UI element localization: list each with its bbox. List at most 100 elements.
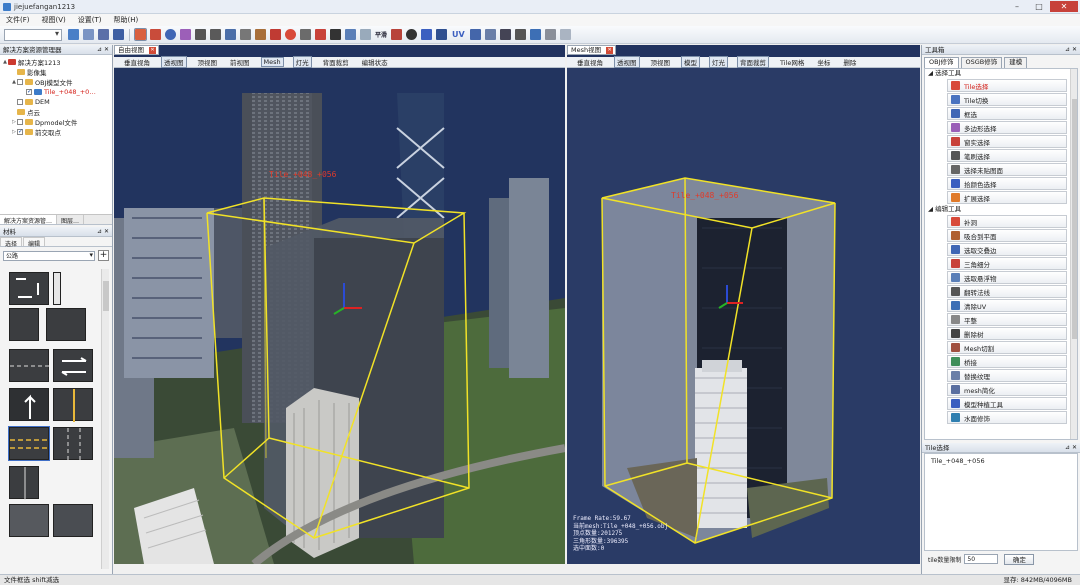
tool-group-header[interactable]: ◢ 编辑工具 [925,205,1077,214]
tab-material-edit[interactable]: 编辑 [23,237,46,248]
confirm-button[interactable]: 确定 [1004,553,1035,565]
tab-modeling[interactable]: 建模 [1004,57,1028,68]
smooth-tool[interactable]: 平滑 [375,30,387,39]
tool-button[interactable]: 桥接 [947,355,1067,368]
road-texture[interactable] [9,349,50,382]
tree-checkbox[interactable] [17,99,23,105]
view-toolbar-button[interactable]: 透视图 [614,56,640,68]
close-icon[interactable]: ✕ [104,45,109,55]
view-toolbar-button[interactable]: 灯光 [292,56,312,68]
toolbar-combo[interactable] [4,28,62,41]
tool-button[interactable]: 三角细分 [947,257,1067,270]
road-texture[interactable] [9,466,39,500]
tree-item[interactable]: 影像集 [0,67,112,77]
tool-button[interactable]: 清除UV [947,299,1067,312]
pin-icon[interactable]: ⊿ [1065,45,1070,55]
tree-checkbox[interactable] [17,119,23,125]
add-material-button[interactable]: + [98,250,109,261]
view-toolbar-button[interactable]: 顶视图 [196,57,220,67]
road-texture[interactable] [53,504,93,537]
mesh-icon[interactable] [113,29,124,40]
pin-icon[interactable]: ⊿ [1065,443,1070,453]
tool-icon[interactable] [514,29,526,40]
tool-button[interactable]: Tile切换 [947,93,1067,106]
link-icon[interactable] [345,29,356,40]
tab-mesh-view[interactable]: Mesh视图 ✕ [567,45,617,55]
tile-select-item[interactable]: Tile_+048_+056 [931,457,1071,465]
road-texture[interactable] [53,388,93,422]
tab-layers[interactable]: 图层… [57,215,85,225]
tool-button[interactable]: 框选 [947,107,1067,120]
road-texture[interactable] [9,308,39,341]
road-texture[interactable] [8,426,50,461]
view-toolbar-button[interactable]: 背面裁剪 [737,56,769,68]
close-tab-icon[interactable]: ✕ [606,47,614,54]
close-icon[interactable]: ✕ [104,227,109,237]
tool-button[interactable]: mesh简化 [947,383,1067,396]
zoom-icon[interactable] [165,29,176,40]
tab-osgb-modify[interactable]: OSGB修饰 [960,57,1003,68]
tool-button[interactable]: 选取交叠边 [947,243,1067,256]
doc-icon[interactable] [544,29,556,40]
uv-edit-icon[interactable] [469,29,481,40]
tool-button[interactable]: 替换纹理 [947,369,1067,382]
close-window-button[interactable]: ✕ [1050,1,1078,12]
view-toolbar-button[interactable]: 垂直视角 [122,57,152,67]
tab-solution-explorer[interactable]: 解决方案资源管… [0,215,58,225]
view-toolbar-button[interactable]: 坐标 [815,57,832,67]
qr-icon[interactable] [436,29,448,40]
brush-icon[interactable] [210,29,221,40]
paint-icon[interactable] [255,29,266,40]
mesh-scene[interactable] [567,68,920,564]
tool-button[interactable]: 翻转法线 [947,285,1067,298]
view-toolbar-button[interactable]: 编辑状态 [360,57,390,67]
grid-icon[interactable] [68,29,79,40]
tile-select-list[interactable]: Tile_+048_+056 [924,453,1078,551]
view-toolbar-button[interactable]: 前视图 [228,57,252,67]
view-toolbar-button[interactable]: 背面裁剪 [321,57,351,67]
close-icon[interactable]: ✕ [1072,443,1077,453]
tab-material-select[interactable]: 选择 [0,237,23,248]
tool-button[interactable]: 多边形选择 [947,121,1067,134]
tool-button[interactable]: 吸合到平面 [947,229,1067,242]
tree-item[interactable]: ▷前交取点 [0,127,112,137]
tree-item[interactable]: DEM [0,97,112,107]
tool-button[interactable]: 笔刷选择 [947,149,1067,162]
road-texture[interactable] [53,349,93,382]
tool-button[interactable]: 拾颜色选择 [947,177,1067,190]
tree-item[interactable]: ▲ OBJ模型文件 [0,77,112,87]
menu-help[interactable]: 帮助(H) [114,15,139,25]
tab-free-view[interactable]: 自由视图 ✕ [114,45,159,55]
tree-checkbox[interactable] [17,128,23,135]
tool-button[interactable]: 模型种植工具 [947,397,1067,410]
move-icon[interactable] [180,29,191,40]
tool-button[interactable]: 选取悬浮物 [947,271,1067,284]
material-category-select[interactable]: 公路 [3,250,95,261]
tool-group-header[interactable]: ◢ 选择工具 [925,69,1077,78]
uv-tool[interactable]: UV [452,30,465,39]
eraser-icon[interactable] [360,29,371,40]
view-toolbar-button[interactable]: 透视图 [161,56,187,68]
tab-obj-modify[interactable]: OBJ修饰 [924,57,959,68]
materials-scrollbar[interactable] [101,269,109,569]
tree-item[interactable]: Tile_+048_+0… [0,87,112,97]
maximize-button[interactable]: □ [1028,1,1050,12]
tree-checkbox[interactable] [17,79,23,85]
menu-view[interactable]: 视图(V) [42,15,66,25]
bridge-tool-icon[interactable] [330,29,341,40]
layout-icon[interactable] [83,29,94,40]
road-texture[interactable] [53,427,93,461]
toolbox-scrollbar[interactable] [1070,69,1077,439]
menu-settings[interactable]: 设置(T) [78,15,102,25]
close-tab-icon[interactable]: ✕ [149,47,156,54]
view-toolbar-button[interactable]: 删除 [841,57,858,67]
tree-item[interactable]: ▷ Dpmodel文件 [0,117,112,127]
view-toolbar-button[interactable]: 垂直视角 [575,57,605,67]
free-view[interactable]: 自由视图 ✕ 垂直视角 透视图 顶视图 前视图 Mesh 灯光 背面裁剪 编辑状态 [114,45,565,564]
view-toolbar-button[interactable]: Tile网格 [778,57,806,67]
cursor-icon[interactable] [195,29,206,40]
close-icon[interactable]: ✕ [1072,45,1077,55]
gear-red-icon[interactable] [315,29,326,40]
tool-button[interactable]: Mesh切割 [947,341,1067,354]
triangle-icon[interactable] [240,29,251,40]
